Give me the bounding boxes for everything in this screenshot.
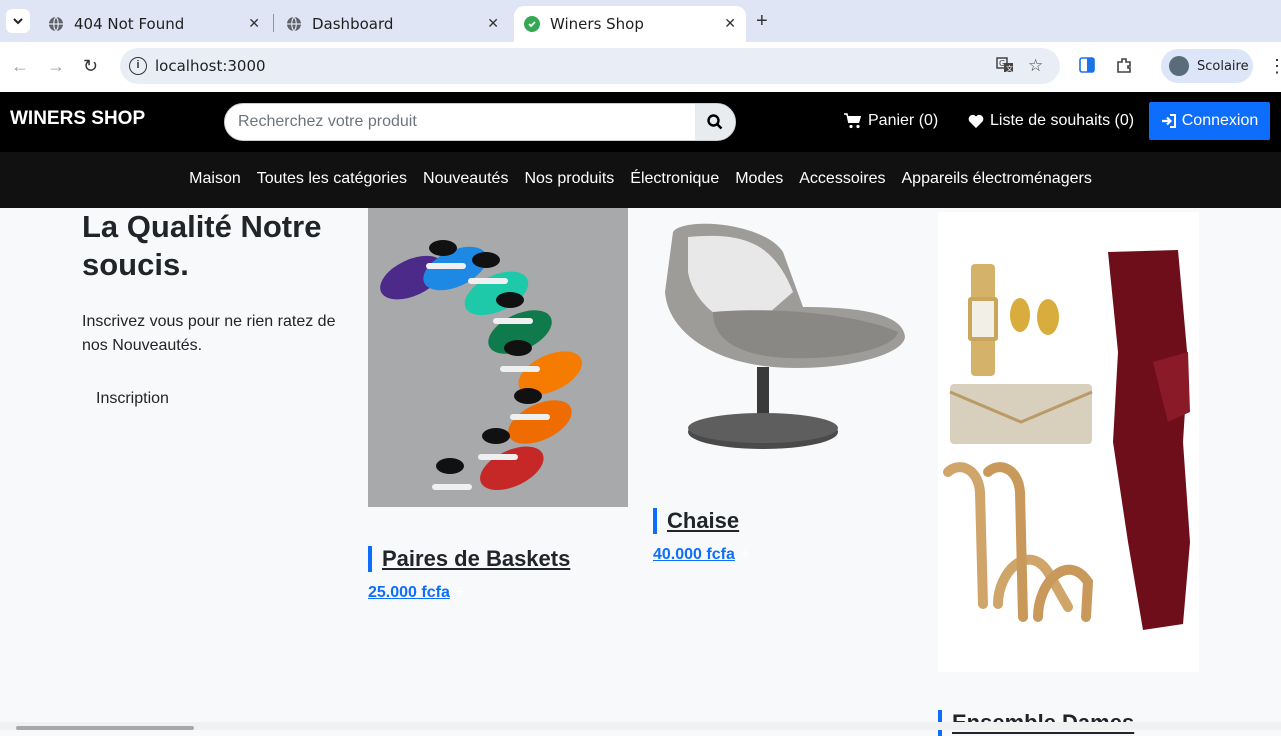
forward-arrow-icon[interactable]: → bbox=[47, 56, 65, 77]
tab-title: Winers Shop bbox=[550, 15, 644, 33]
signup-button[interactable]: Inscription bbox=[82, 386, 183, 412]
address-bar[interactable]: i localhost:3000 G文 ☆ bbox=[120, 48, 1060, 84]
tab-divider bbox=[273, 14, 274, 32]
category-link[interactable]: Nos produits bbox=[524, 170, 614, 188]
profile-name: Scolaire bbox=[1197, 58, 1249, 74]
close-icon[interactable]: ✕ bbox=[248, 16, 260, 32]
avatar bbox=[1169, 56, 1189, 76]
profile-button[interactable]: Scolaire bbox=[1161, 49, 1253, 83]
search-box bbox=[224, 103, 736, 141]
category-link[interactable]: Accessoires bbox=[799, 170, 885, 188]
category-link[interactable]: Nouveautés bbox=[423, 170, 508, 188]
back-arrow-icon[interactable]: ← bbox=[11, 56, 29, 77]
wishlist-label: Liste de souhaits (0) bbox=[990, 112, 1135, 129]
cart-link[interactable]: Panier (0) bbox=[844, 112, 938, 130]
product-image-women-outfit[interactable] bbox=[938, 212, 1199, 672]
search-icon bbox=[707, 114, 723, 130]
add-to-cart-icon[interactable]: + bbox=[456, 584, 465, 602]
product-title[interactable]: Chaise bbox=[653, 508, 739, 534]
tab-winers-shop[interactable]: Winers Shop ✕ bbox=[514, 6, 746, 42]
category-link[interactable]: Appareils électroménagers bbox=[902, 170, 1092, 188]
scrollbar-thumb[interactable] bbox=[16, 726, 194, 730]
hero-title: La Qualité Notre soucis. bbox=[82, 209, 322, 282]
search-button[interactable] bbox=[695, 104, 735, 140]
new-tab-icon[interactable]: + bbox=[756, 10, 768, 33]
tab-title: 404 Not Found bbox=[74, 15, 185, 33]
login-button[interactable]: Connexion bbox=[1149, 102, 1270, 140]
site-info-icon[interactable]: i bbox=[129, 57, 147, 75]
globe-icon bbox=[48, 16, 64, 32]
tab-title: Dashboard bbox=[312, 15, 394, 33]
hero-text: Inscrivez vous pour ne rien ratez de nos… bbox=[82, 313, 336, 354]
cart-icon bbox=[844, 113, 861, 129]
reload-icon[interactable]: ↻ bbox=[83, 56, 98, 77]
tab-dashboard[interactable]: Dashboard ✕ bbox=[276, 6, 509, 42]
brand-logo[interactable]: WINERS SHOP bbox=[10, 108, 145, 130]
cart-label: Panier (0) bbox=[868, 112, 939, 129]
reading-list-icon[interactable] bbox=[1078, 56, 1096, 79]
heart-icon bbox=[968, 114, 984, 128]
browser-tab-strip: 404 Not Found ✕ Dashboard ✕ Winers Shop … bbox=[0, 0, 1281, 42]
category-link[interactable]: Maison bbox=[189, 170, 241, 188]
price-text: 25.000 fcfa bbox=[368, 584, 450, 601]
category-link[interactable]: Modes bbox=[735, 170, 783, 188]
wishlist-link[interactable]: Liste de souhaits (0) bbox=[968, 112, 1134, 130]
product-price[interactable]: 40.000 fcfa + bbox=[653, 546, 750, 564]
svg-text:文: 文 bbox=[1006, 64, 1013, 73]
url-text[interactable]: localhost:3000 bbox=[155, 57, 266, 75]
category-nav: Maison Toutes les catégories Nouveautés … bbox=[0, 152, 1281, 208]
sign-in-icon bbox=[1161, 114, 1176, 128]
search-input[interactable] bbox=[225, 104, 695, 140]
bookmark-star-icon[interactable]: ☆ bbox=[1028, 56, 1043, 76]
extensions-icon[interactable] bbox=[1115, 56, 1133, 79]
category-link[interactable]: Toutes les catégories bbox=[257, 170, 407, 188]
category-link[interactable]: Électronique bbox=[630, 170, 719, 188]
chevron-down-icon bbox=[13, 18, 23, 25]
product-price[interactable]: 25.000 fcfa + bbox=[368, 584, 465, 602]
add-to-cart-icon[interactable]: + bbox=[741, 546, 750, 564]
close-icon[interactable]: ✕ bbox=[724, 16, 736, 32]
shop-favicon-icon bbox=[524, 16, 540, 32]
translate-icon[interactable]: G文 bbox=[996, 56, 1014, 79]
login-label: Connexion bbox=[1181, 112, 1259, 129]
tab-404[interactable]: 404 Not Found ✕ bbox=[38, 6, 270, 42]
close-icon[interactable]: ✕ bbox=[487, 16, 499, 32]
site-header: WINERS SHOP Panier (0) Liste de souhaits… bbox=[0, 92, 1281, 152]
price-text: 40.000 fcfa bbox=[653, 546, 735, 563]
product-title[interactable]: Paires de Baskets bbox=[368, 546, 570, 572]
tab-search-button[interactable] bbox=[6, 9, 30, 33]
globe-icon bbox=[286, 16, 302, 32]
horizontal-scrollbar[interactable] bbox=[0, 722, 1281, 730]
product-image-sneakers[interactable] bbox=[368, 208, 628, 507]
browser-toolbar: ← → ↻ i localhost:3000 G文 ☆ Scolaire ⋮ bbox=[0, 42, 1281, 92]
product-image-chair[interactable] bbox=[653, 212, 913, 462]
more-menu-icon[interactable]: ⋮ bbox=[1268, 56, 1281, 77]
